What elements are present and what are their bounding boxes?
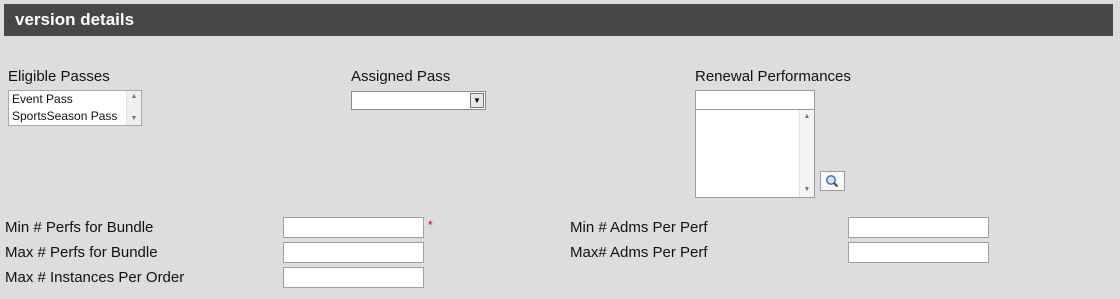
min-perfs-input[interactable]	[283, 217, 424, 238]
max-adms-input[interactable]	[848, 242, 989, 263]
listbox-scrollbar[interactable]: ▲ ▼	[799, 110, 814, 197]
scroll-up-icon[interactable]: ▲	[800, 112, 814, 122]
renewal-performances-input[interactable]	[695, 90, 815, 110]
list-item[interactable]: Event Pass	[9, 91, 141, 108]
max-instances-label: Max # Instances Per Order	[5, 269, 185, 286]
renewal-performances-listbox[interactable]: ▲ ▼	[695, 109, 815, 198]
chevron-down-icon[interactable]: ▼	[470, 93, 484, 108]
eligible-passes-label: Eligible Passes	[8, 68, 110, 85]
section-title: version details	[15, 10, 135, 29]
list-item[interactable]: SportsSeason Pass	[9, 108, 141, 125]
required-marker: *	[428, 218, 433, 232]
scroll-down-icon[interactable]: ▼	[127, 114, 141, 124]
max-adms-label: Max# Adms Per Perf	[570, 244, 708, 261]
scroll-down-icon[interactable]: ▼	[800, 185, 814, 195]
min-adms-input[interactable]	[848, 217, 989, 238]
magnifier-icon	[826, 175, 839, 188]
scroll-up-icon[interactable]: ▲	[127, 92, 141, 102]
assigned-pass-select[interactable]: ▼	[351, 91, 486, 110]
max-perfs-input[interactable]	[283, 242, 424, 263]
section-header: version details	[4, 4, 1113, 36]
listbox-scrollbar[interactable]: ▲ ▼	[126, 91, 141, 125]
eligible-passes-listbox[interactable]: Event Pass SportsSeason Pass ▲ ▼	[8, 90, 142, 126]
max-perfs-label: Max # Perfs for Bundle	[5, 244, 158, 261]
renewal-performances-label: Renewal Performances	[695, 68, 851, 85]
min-perfs-label: Min # Perfs for Bundle	[5, 219, 154, 236]
max-instances-input[interactable]	[283, 267, 424, 288]
renewal-search-button[interactable]	[820, 171, 845, 191]
min-adms-label: Min # Adms Per Perf	[570, 219, 708, 236]
assigned-pass-label: Assigned Pass	[351, 68, 451, 85]
